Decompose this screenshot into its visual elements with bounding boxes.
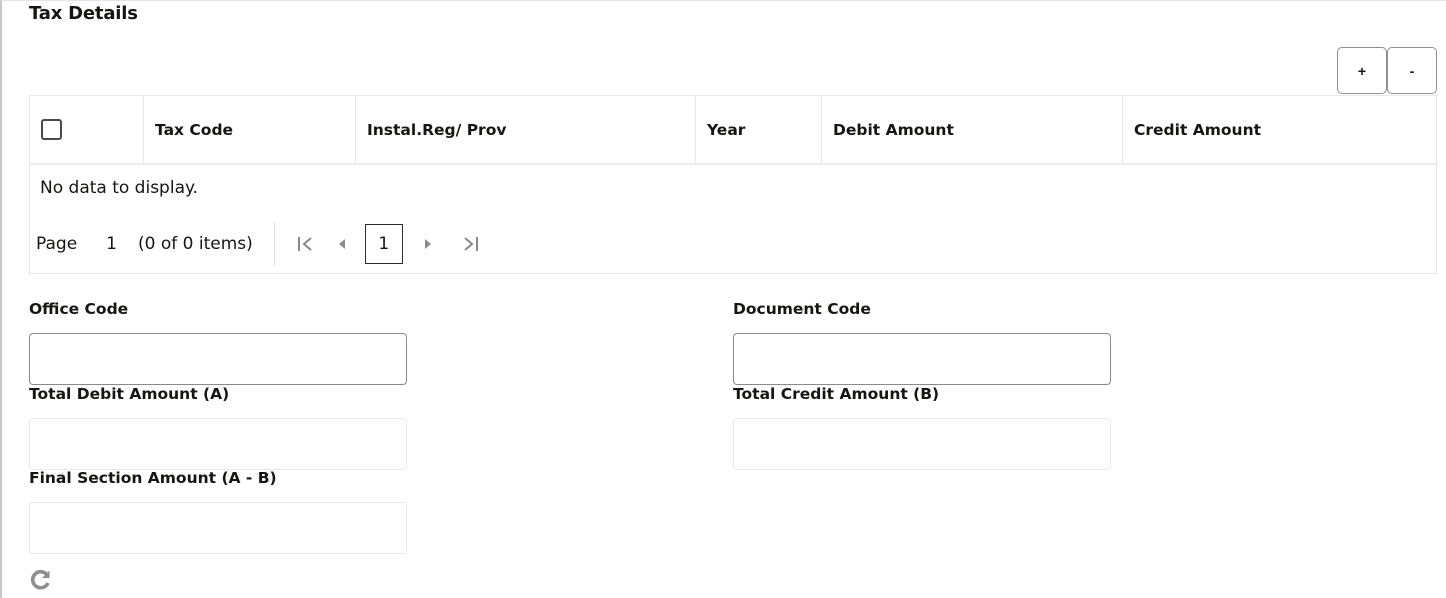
last-page-icon[interactable] [455,234,487,254]
total-debit-amount-input[interactable] [29,418,407,470]
first-page-icon[interactable] [287,234,323,254]
total-debit-amount-label: Total Debit Amount (A) [29,385,230,403]
column-header-debit-amount[interactable]: Debit Amount [822,96,1123,163]
tax-details-panel: Tax Details + - Tax Code Instal.Reg/ Pro… [0,0,1446,598]
remove-row-button[interactable]: - [1387,47,1437,94]
select-all-checkbox[interactable] [41,119,62,140]
pagination: Page 1 (0 of 0 items) 1 [30,222,1436,266]
document-code-label: Document Code [733,300,871,318]
final-section-amount-input[interactable] [29,502,407,554]
add-row-button[interactable]: + [1337,47,1387,94]
current-page-number: 1 [106,234,117,254]
table-header: Tax Code Instal.Reg/ Prov Year Debit Amo… [30,96,1436,165]
office-code-input[interactable] [29,333,407,385]
refresh-icon[interactable] [29,567,53,591]
tax-details-table: Tax Code Instal.Reg/ Prov Year Debit Amo… [29,95,1437,274]
column-header-instal-reg-prov[interactable]: Instal.Reg/ Prov [356,96,696,163]
column-header-tax-code[interactable]: Tax Code [144,96,356,163]
page-label: Page [36,234,78,254]
total-credit-amount-input[interactable] [733,418,1111,470]
final-section-amount-label: Final Section Amount (A - B) [29,469,277,487]
column-header-credit-amount[interactable]: Credit Amount [1123,96,1436,163]
total-credit-amount-label: Total Credit Amount (B) [733,385,940,403]
pagination-divider [273,222,275,266]
previous-page-icon[interactable] [331,237,353,251]
document-code-input[interactable] [733,333,1111,385]
empty-table-message: No data to display. [40,178,199,198]
section-title: Tax Details [29,3,138,24]
next-page-icon[interactable] [417,237,439,251]
column-header-select [30,96,144,163]
items-summary: (0 of 0 items) [137,234,253,254]
page-button-1[interactable]: 1 [364,224,403,264]
column-header-year[interactable]: Year [696,96,822,163]
office-code-label: Office Code [29,300,129,318]
